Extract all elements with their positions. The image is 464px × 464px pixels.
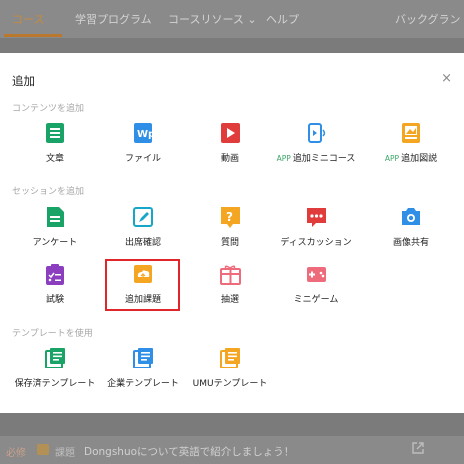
share-icon[interactable]: [411, 441, 425, 455]
tile-label: UMUテンプレート: [192, 379, 268, 389]
close-button[interactable]: ×: [441, 71, 452, 86]
tile-label: 企業テンプレート: [107, 379, 179, 389]
company-template-icon: [133, 348, 153, 368]
nav-course[interactable]: コース: [12, 11, 44, 27]
tile-label: 保存済テンプレート: [14, 379, 96, 389]
tile-label: アンケート: [32, 238, 78, 248]
tile-label: 抽選: [220, 295, 239, 305]
nav-help[interactable]: ヘルプ: [266, 11, 299, 27]
svg-text:Wp: Wp: [137, 129, 155, 140]
nav-background[interactable]: バックグラント: [395, 11, 464, 27]
tile-mini-course[interactable]: APP 追加ミニコース: [272, 123, 360, 167]
discussion-icon: [307, 208, 326, 227]
umu-template-icon: [220, 348, 240, 368]
tile-video[interactable]: 動画: [186, 123, 274, 167]
tile-mini-game[interactable]: ミニゲーム: [272, 264, 360, 308]
app-badge: APP: [276, 154, 291, 163]
tile-label: APP 追加図説: [384, 154, 438, 164]
section-label-template: テンプレートを使用: [12, 329, 93, 339]
tile-article[interactable]: 文章: [11, 123, 99, 167]
tile-label: 文章: [45, 154, 64, 164]
lesson-type: 課題: [55, 448, 75, 459]
tile-exam[interactable]: 試験: [11, 264, 99, 308]
assignment-type-icon: [37, 444, 49, 455]
tile-umu-template[interactable]: UMUテンプレート: [186, 348, 274, 392]
tile-question[interactable]: ? 質問: [186, 207, 274, 251]
dialog-title: 追加: [12, 74, 35, 88]
tile-label: ディスカッション: [280, 238, 352, 248]
tile-label: 画像共有: [392, 238, 429, 248]
tile-label: ファイル: [124, 154, 161, 164]
wp-file-icon: Wp: [134, 123, 155, 143]
question-icon: ?: [221, 207, 240, 228]
tile-illustration[interactable]: APP 追加図説: [367, 123, 455, 167]
app-badge: APP: [384, 154, 400, 163]
top-nav: コース 学習プログラム コースリソース ⌄ ヘルプ バックグラント: [0, 0, 464, 38]
video-play-icon: [221, 123, 240, 143]
nav-active-indicator: [4, 34, 62, 37]
section-label-content: コンテンツを追加: [12, 104, 85, 114]
background-lesson-row: 必修 課題 Dongshuoについて英語で紹介しましょう！: [0, 436, 464, 464]
survey-icon: [47, 207, 64, 227]
tile-image-share[interactable]: 画像共有: [367, 207, 455, 251]
add-dialog: 追加 × コンテンツを追加 文章 Wp ファイル 動画 APP追加ミニコース: [0, 53, 464, 413]
lottery-icon: [220, 265, 241, 285]
tile-file[interactable]: Wp ファイル: [99, 123, 187, 167]
tile-label: 出席確認: [124, 238, 161, 248]
nav-learning-program[interactable]: 学習プログラム: [75, 11, 152, 27]
mini-course-icon: [308, 123, 326, 143]
selection-highlight: [105, 259, 180, 311]
tile-label: 動画: [220, 154, 239, 164]
game-icon: [307, 267, 326, 282]
tile-attendance[interactable]: 出席確認: [99, 207, 187, 251]
tile-label: 試験: [45, 295, 64, 305]
exam-icon: [46, 264, 64, 285]
document-icon: [46, 123, 64, 143]
tile-lottery[interactable]: 抽選: [186, 264, 274, 308]
camera-icon: [402, 208, 420, 225]
tile-label: APP 追加ミニコース: [276, 154, 356, 164]
tile-survey[interactable]: アンケート: [11, 207, 99, 251]
saved-template-icon: [45, 348, 65, 368]
nav-course-resources[interactable]: コースリソース ⌄: [168, 11, 257, 27]
svg-text:?: ?: [226, 210, 233, 224]
tile-company-template[interactable]: 企業テンプレート: [99, 348, 187, 392]
tile-discussion[interactable]: ディスカッション: [272, 207, 360, 251]
required-badge: 必修: [6, 448, 26, 459]
lesson-title[interactable]: Dongshuoについて英語で紹介しましょう！: [84, 444, 294, 459]
illustration-icon: [402, 123, 420, 143]
tile-label: 質問: [220, 238, 239, 248]
attendance-icon: [133, 207, 153, 227]
tile-label: ミニゲーム: [293, 295, 339, 305]
tile-saved-template[interactable]: 保存済テンプレート: [11, 348, 99, 392]
section-label-session: セッションを追加: [12, 187, 85, 197]
